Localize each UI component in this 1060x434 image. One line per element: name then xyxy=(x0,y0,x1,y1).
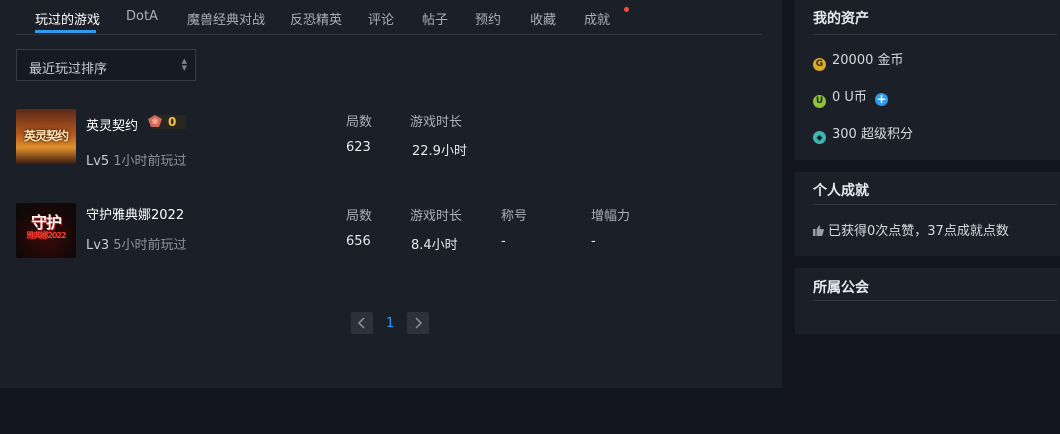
super-points-icon: ◆ xyxy=(813,131,826,144)
stat-value-playtime: 8.4小时 xyxy=(411,238,458,253)
game-name[interactable]: 英灵契约 xyxy=(86,115,138,134)
tab-reservations[interactable]: 预约 xyxy=(475,9,501,28)
last-played: 1小时前玩过 xyxy=(113,154,187,169)
tab-comments[interactable]: 评论 xyxy=(368,9,394,28)
tab-posts[interactable]: 帖子 xyxy=(422,9,448,28)
chevron-left-icon xyxy=(357,317,365,329)
super-points-row: ◆ 300 超级积分 xyxy=(813,123,913,144)
tab-dota[interactable]: DotA xyxy=(126,9,158,24)
tab-warcraft[interactable]: 魔兽经典对战 xyxy=(187,9,265,28)
notification-dot xyxy=(624,7,629,12)
stat-label-rounds: 局数 xyxy=(346,115,373,130)
stat-label-playtime: 游戏时长 xyxy=(410,209,463,224)
game-level-value: Lv5 xyxy=(86,154,110,169)
rank-badge-value: 0 xyxy=(168,115,177,129)
stat-value-title: - xyxy=(501,234,506,249)
gold-coin-row: G 20000 金币 xyxy=(813,49,904,71)
tab-counter-strike[interactable]: 反恐精英 xyxy=(290,9,342,28)
game-cover-yinglingqiyue[interactable]: 英灵契约 xyxy=(16,109,76,164)
u-coin-amount: 0 U币 xyxy=(832,90,867,105)
achievements-title: 个人成就 xyxy=(813,183,869,199)
tab-achievements[interactable]: 成就 xyxy=(584,9,610,28)
stat-value-rounds: 623 xyxy=(346,140,371,155)
gold-coin-icon: G xyxy=(813,58,826,71)
stat-label-title: 称号 xyxy=(501,209,528,224)
super-points-amount: 300 超级积分 xyxy=(832,127,913,142)
game-name[interactable]: 守护雅典娜2022 xyxy=(86,204,184,223)
game-level: Lv3 5小时前玩过 xyxy=(86,234,187,253)
sort-dropdown[interactable]: 最近玩过排序 ▲ ▼ xyxy=(16,49,196,81)
add-u-coin-icon[interactable]: + xyxy=(875,93,889,106)
tab-favorites[interactable]: 收藏 xyxy=(530,9,556,28)
game-cover-title: 英灵契约 xyxy=(23,129,69,143)
game-cover-title-bottom: 雅典娜2022 xyxy=(26,231,66,240)
page-number-current[interactable]: 1 xyxy=(386,316,394,331)
rank-badge-icon xyxy=(148,115,186,129)
stat-value-rounds: 656 xyxy=(346,234,371,249)
tab-bar: 玩过的游戏 DotA 魔兽经典对战 反恐精英 评论 帖子 预约 收藏 成就 xyxy=(16,0,762,35)
u-coin-row: U 0 U币 + xyxy=(813,86,889,108)
gold-coin-amount: 20000 金币 xyxy=(832,53,904,68)
next-page-button[interactable] xyxy=(407,312,429,334)
divider xyxy=(813,300,1057,301)
achievements-panel: 个人成就 已获得0次点赞，37点成就点数 xyxy=(795,172,1060,256)
chevron-right-icon xyxy=(415,317,423,329)
sort-label: 最近玩过排序 xyxy=(29,62,108,77)
prev-page-button[interactable] xyxy=(351,312,373,334)
active-tab-indicator xyxy=(35,30,96,33)
sort-arrows-icon: ▲ ▼ xyxy=(181,57,187,72)
guild-title: 所属公会 xyxy=(813,280,869,296)
assets-title: 我的资产 xyxy=(813,11,869,27)
guild-panel: 所属公会 xyxy=(795,268,1060,334)
stat-label-playtime: 游戏时长 xyxy=(410,115,463,130)
stat-label-amplify: 增幅力 xyxy=(591,209,631,224)
stat-label-rounds: 局数 xyxy=(346,209,373,224)
game-cover-shouhu[interactable]: 守护 雅典娜2022 xyxy=(16,203,76,258)
assets-panel: 我的资产 G 20000 金币 U 0 U币 + ◆ 300 超级积分 xyxy=(795,0,1060,160)
game-level: Lv5 1小时前玩过 xyxy=(86,150,187,169)
last-played: 5小时前玩过 xyxy=(113,238,187,253)
stat-value-amplify: - xyxy=(591,234,596,249)
achievements-text: 已获得0次点赞，37点成就点数 xyxy=(828,224,1009,239)
achievements-summary: 已获得0次点赞，37点成就点数 xyxy=(813,220,1009,239)
u-coin-icon: U xyxy=(813,95,826,108)
divider xyxy=(813,204,1057,205)
thumbs-up-icon xyxy=(813,225,824,236)
game-level-value: Lv3 xyxy=(86,238,110,253)
tab-played-games[interactable]: 玩过的游戏 xyxy=(35,9,100,28)
main-content: 玩过的游戏 DotA 魔兽经典对战 反恐精英 评论 帖子 预约 收藏 成就 最近… xyxy=(0,0,782,388)
stat-value-playtime: 22.9小时 xyxy=(412,144,467,159)
divider xyxy=(813,34,1057,35)
